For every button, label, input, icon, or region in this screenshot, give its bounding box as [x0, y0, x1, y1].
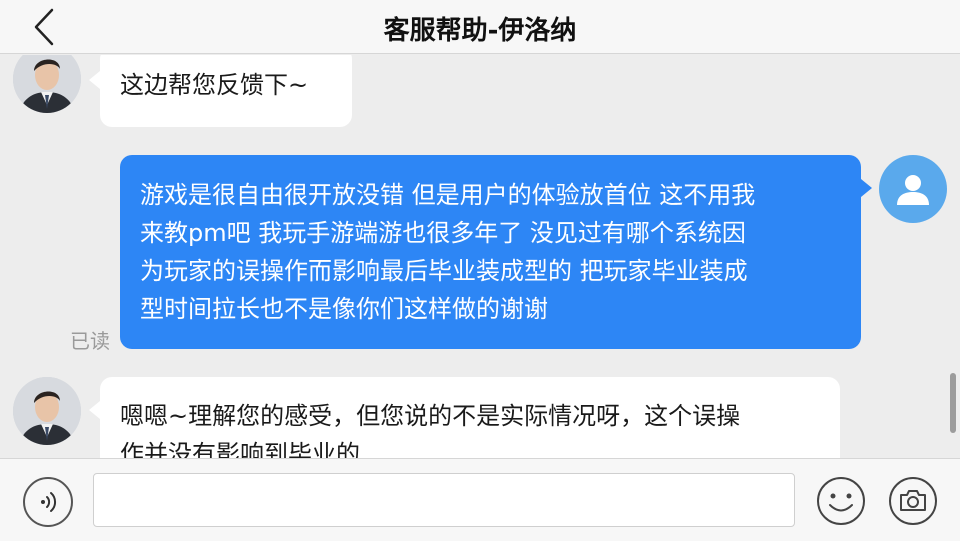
agent-portrait-image — [13, 55, 81, 113]
scrollbar[interactable] — [950, 373, 956, 433]
camera-button[interactable] — [887, 475, 939, 527]
incoming-message[interactable]: 这边帮您反馈下~ — [100, 55, 352, 127]
chat-header: 客服帮助-伊洛纳 — [0, 0, 960, 54]
bubble-tail — [89, 401, 100, 419]
agent-avatar[interactable] — [13, 377, 81, 445]
message-text: 这边帮您反馈下~ — [120, 71, 309, 99]
user-avatar[interactable] — [879, 155, 947, 223]
input-bar — [0, 458, 960, 541]
emoji-button[interactable] — [815, 475, 867, 527]
message-line: 型时间拉长也不是像你们这样做的谢谢 — [140, 295, 548, 323]
user-icon — [897, 175, 929, 205]
emoji-icon — [817, 477, 865, 525]
message-line: 来教pm吧 我玩手游端游也很多年了 没见过有哪个系统因 — [140, 219, 746, 247]
bubble-tail — [89, 71, 100, 89]
message-line: 为玩家的误操作而影响最后毕业装成型的 把玩家毕业装成 — [140, 257, 748, 285]
outgoing-message[interactable]: 游戏是很自由很开放没错 但是用户的体验放首位 这不用我 来教pm吧 我玩手游端游… — [120, 155, 861, 349]
bubble-tail — [861, 179, 872, 197]
message-line: 嗯嗯~理解您的感受，但您说的不是实际情况呀，这个误操 — [120, 402, 741, 430]
voice-button[interactable] — [23, 477, 73, 527]
read-status: 已读 — [70, 329, 110, 353]
agent-avatar[interactable] — [13, 55, 81, 113]
voice-icon — [41, 492, 57, 512]
message-line: 游戏是很自由很开放没错 但是用户的体验放首位 这不用我 — [140, 181, 756, 209]
message-line: 作并没有影响到毕业的 — [120, 440, 360, 458]
page-title: 客服帮助-伊洛纳 — [383, 16, 577, 46]
agent-portrait-image — [13, 377, 81, 445]
camera-icon — [889, 477, 937, 525]
message-input[interactable] — [93, 473, 795, 527]
chat-messages[interactable]: 这边帮您反馈下~ 已读 游戏是很自由很开放没错 但是用户的体验放首位 这不用我 … — [0, 55, 960, 458]
incoming-message[interactable]: 嗯嗯~理解您的感受，但您说的不是实际情况呀，这个误操 作并没有影响到毕业的 — [100, 377, 840, 458]
